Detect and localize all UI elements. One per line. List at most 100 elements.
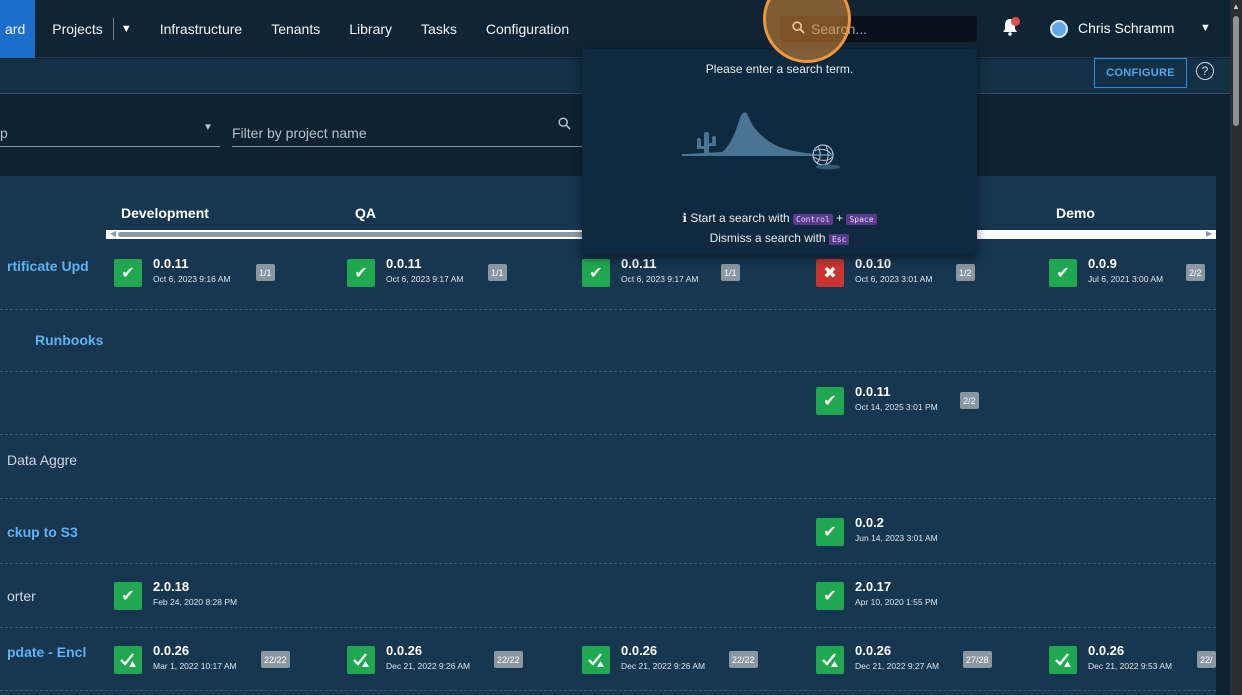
nav-tasks[interactable]: Tasks xyxy=(421,0,457,58)
configure-button[interactable]: CONFIGURE xyxy=(1094,58,1187,88)
row-separator xyxy=(0,690,1216,691)
scroll-right-icon[interactable]: ▶ xyxy=(1206,229,1212,238)
check-icon: ✔ xyxy=(1049,259,1077,287)
check-warning-icon xyxy=(347,646,375,674)
check-warning-icon xyxy=(582,646,610,674)
project-group-select[interactable]: p xyxy=(0,117,220,147)
row-separator xyxy=(0,627,1216,628)
key-control: Control xyxy=(793,214,833,225)
search-input[interactable] xyxy=(811,21,961,37)
release-card[interactable]: ✖ 0.0.10 Oct 6, 2023 3:01 AM 1/2 xyxy=(816,256,986,289)
horizontal-scroll-thumb[interactable] xyxy=(118,232,598,237)
release-card[interactable]: 0.0.26 Dec 21, 2022 9:53 AM 22/ xyxy=(1049,643,1216,676)
row-separator xyxy=(0,563,1216,564)
project-link[interactable]: rtificate Upd xyxy=(7,258,89,274)
release-version: 2.0.17 xyxy=(855,579,892,594)
nav-tasks-label: Tasks xyxy=(421,20,457,37)
release-card[interactable]: 0.0.26 Mar 1, 2022 10:17 AM 22/22 xyxy=(114,643,294,676)
search-results-dropdown: Please enter a search term. ℹ Start a se… xyxy=(582,49,977,254)
release-version: 0.0.26 xyxy=(153,643,190,658)
release-date: Apr 10, 2020 1:55 PM xyxy=(855,597,938,607)
release-version: 0.0.2 xyxy=(855,515,884,530)
user-menu-caret-icon[interactable]: ▼ xyxy=(1200,22,1211,34)
release-card[interactable]: ✔ 0.0.9 Jul 6, 2021 3:00 AM 2/2 xyxy=(1049,256,1219,289)
task-count-badge: 2/2 xyxy=(960,392,979,409)
release-card[interactable]: ✔ 0.0.11 Oct 6, 2023 9:17 AM 1/1 xyxy=(582,256,752,289)
project-link[interactable]: ckup to S3 xyxy=(7,524,78,540)
nav-configuration[interactable]: Configuration xyxy=(486,0,569,58)
release-card[interactable]: ✔ 2.0.17 Apr 10, 2020 1:55 PM xyxy=(816,579,986,612)
tip-plus: + xyxy=(836,211,844,225)
release-card[interactable]: ✔ 0.0.11 Oct 6, 2023 9:16 AM 1/1 xyxy=(114,256,284,289)
task-count-badge: 1/1 xyxy=(721,264,740,281)
nav-projects-label: Projects xyxy=(52,20,103,37)
check-icon: ✔ xyxy=(347,259,375,287)
release-card[interactable]: ✔ 0.0.11 Oct 6, 2023 9:17 AM 1/1 xyxy=(347,256,517,289)
global-search[interactable] xyxy=(780,16,977,42)
env-header-development: Development xyxy=(121,205,209,221)
help-icon[interactable]: ? xyxy=(1196,62,1214,80)
release-date: Dec 21, 2022 9:27 AM xyxy=(855,661,940,671)
filter-search-icon xyxy=(558,117,571,133)
row-separator xyxy=(0,371,1216,372)
search-empty-message: Please enter a search term. xyxy=(705,62,854,76)
release-card[interactable]: 0.0.26 Dec 21, 2022 9:26 AM 22/22 xyxy=(347,643,527,676)
env-header-qa: QA xyxy=(355,205,376,221)
release-date: Jul 6, 2021 3:00 AM xyxy=(1088,274,1164,284)
release-version: 0.0.26 xyxy=(1088,643,1125,658)
project-link[interactable]: Data Aggre xyxy=(7,452,77,468)
nav-library[interactable]: Library xyxy=(349,0,392,58)
nav-tenants[interactable]: Tenants xyxy=(271,0,320,58)
cross-icon: ✖ xyxy=(816,259,844,287)
project-filter-input[interactable] xyxy=(232,125,532,141)
release-date: Jun 14, 2023 3:01 AM xyxy=(855,533,938,543)
check-icon: ✔ xyxy=(816,387,844,415)
release-version: 0.0.11 xyxy=(153,256,189,271)
release-date: Dec 21, 2022 9:53 AM xyxy=(1088,661,1173,671)
user-avatar-icon[interactable] xyxy=(1050,20,1068,38)
user-name[interactable]: Chris Schramm xyxy=(1078,20,1174,36)
projects-dropdown-icon[interactable]: ▼ xyxy=(121,23,132,35)
tip-text: Start a search with xyxy=(690,211,790,225)
release-date: Dec 21, 2022 9:26 AM xyxy=(621,661,706,671)
release-date: Dec 21, 2022 9:26 AM xyxy=(386,661,471,671)
check-icon: ✔ xyxy=(114,259,142,287)
row-separator xyxy=(0,434,1216,435)
info-icon: ℹ xyxy=(682,211,687,225)
release-card[interactable]: ✔ 0.0.2 Jun 14, 2023 3:01 AM xyxy=(816,515,986,548)
release-date: Feb 24, 2020 8:28 PM xyxy=(153,597,238,607)
task-count-badge: 22/ xyxy=(1197,651,1216,668)
check-icon: ✔ xyxy=(816,518,844,546)
release-version: 0.0.11 xyxy=(855,384,891,399)
dismiss-text: Dismiss a search with xyxy=(709,231,826,245)
release-version: 0.0.10 xyxy=(855,256,892,271)
scroll-left-icon[interactable]: ◀ xyxy=(110,229,116,238)
nav-infrastructure-label: Infrastructure xyxy=(159,20,243,37)
task-count-badge: 22/22 xyxy=(729,651,758,668)
project-link[interactable]: pdate - Encl xyxy=(7,644,86,660)
vertical-scroll-thumb[interactable] xyxy=(1233,16,1239,126)
release-card[interactable]: ✔ 0.0.11 Oct 14, 2025 3:01 PM 2/2 xyxy=(816,384,986,417)
task-count-badge: 22/22 xyxy=(261,651,290,668)
project-group-value: p xyxy=(0,125,8,141)
project-group-title[interactable]: Runbooks xyxy=(35,332,103,348)
nav-projects[interactable]: Projects xyxy=(35,0,103,58)
task-count-badge: 1/1 xyxy=(256,264,275,281)
release-card[interactable]: ✔ 2.0.18 Feb 24, 2020 8:28 PM xyxy=(114,579,284,612)
project-link[interactable]: orter xyxy=(7,588,36,604)
release-card[interactable]: 0.0.26 Dec 21, 2022 9:27 AM 27/28 xyxy=(816,643,1001,676)
release-version: 0.0.11 xyxy=(386,256,422,271)
project-name-filter[interactable] xyxy=(232,117,582,147)
check-warning-icon xyxy=(816,646,844,674)
release-card[interactable]: 0.0.26 Dec 21, 2022 9:26 AM 22/22 xyxy=(582,643,762,676)
check-icon: ✔ xyxy=(582,259,610,287)
release-version: 0.0.9 xyxy=(1088,256,1117,271)
group-dropdown-icon[interactable]: ▼ xyxy=(203,122,213,133)
scroll-up-icon[interactable]: ▲ xyxy=(1232,2,1240,11)
row-separator xyxy=(0,309,1216,310)
env-header-demo: Demo xyxy=(1056,205,1095,221)
nav-infrastructure[interactable]: Infrastructure xyxy=(160,0,242,58)
nav-tenants-label: Tenants xyxy=(271,20,321,37)
search-icon xyxy=(792,21,805,37)
nav-dashboard[interactable]: ard xyxy=(0,0,36,58)
